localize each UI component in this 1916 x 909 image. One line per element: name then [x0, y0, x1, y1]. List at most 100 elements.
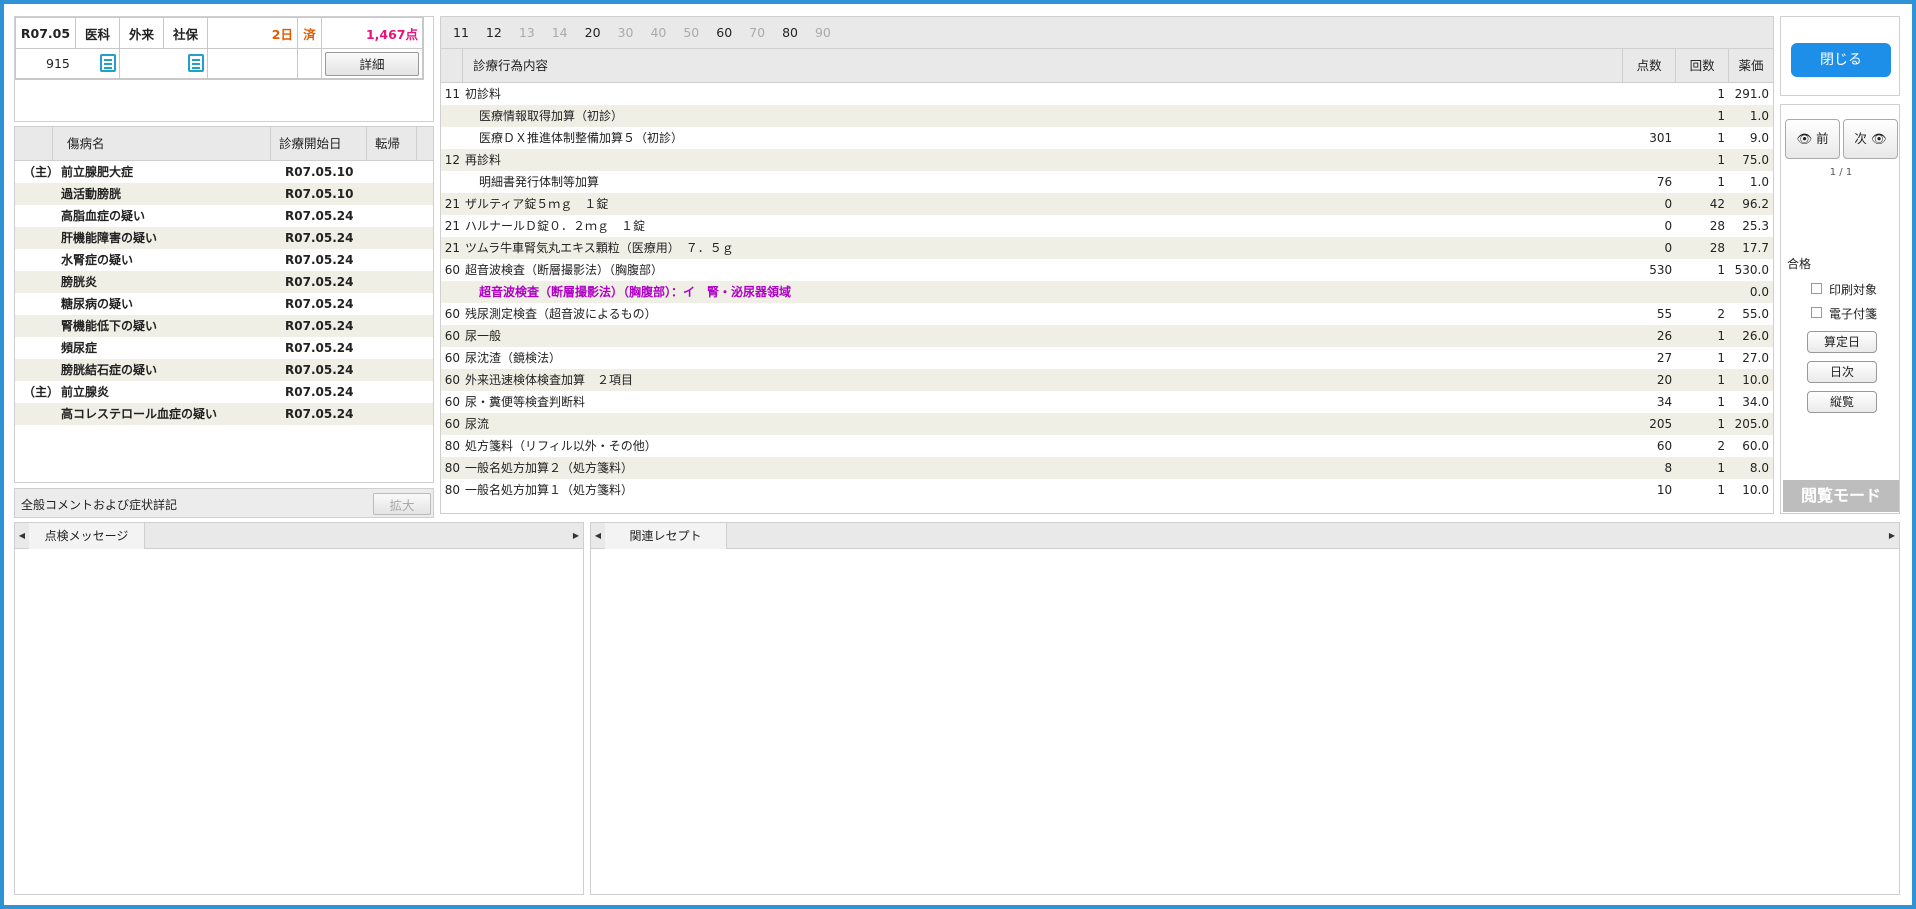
procedure-row[interactable]: 60 尿沈渣（鏡検法） 27 1 27.0 [441, 347, 1773, 369]
expand-button[interactable]: 拡大 [373, 493, 431, 515]
procedure-amount: 17.7 [1742, 241, 1769, 255]
detail-button[interactable]: 詳細 [325, 51, 419, 76]
tab-category-20[interactable]: 20 [585, 25, 601, 40]
procedure-count: 42 [1709, 197, 1726, 211]
procedure-amount: 9.0 [1749, 131, 1769, 145]
diagnosis-outcome [381, 315, 431, 337]
diagnosis-outcome [381, 161, 431, 183]
col-diagnosis-name[interactable]: 傷病名 [53, 127, 271, 160]
scroll-left-icon[interactable]: ◀ [591, 523, 605, 549]
diagnosis-name: 水腎症の疑い [61, 253, 134, 267]
procedure-name: 医療情報取得加算（初診） [478, 109, 623, 123]
procedure-points: 301 [1649, 131, 1673, 145]
main-marker [15, 271, 61, 293]
diagnosis-row[interactable]: 膀胱結石症の疑い R07.05.24 [15, 359, 433, 381]
scroll-left-icon[interactable]: ◀ [15, 523, 29, 549]
tab-related-receipts[interactable]: 関連レセプト [605, 523, 727, 549]
diagnosis-row[interactable]: 腎機能低下の疑い R07.05.24 [15, 315, 433, 337]
procedure-row[interactable]: 21 ハルナールＤ錠０．２ｍｇ １錠 0 28 25.3 [441, 215, 1773, 237]
procedure-row[interactable]: 80 一般名処方加算１（処方箋料） 10 1 10.0 [441, 479, 1773, 501]
procedure-name: 一般名処方加算２（処方箋料） [464, 461, 633, 475]
document-icon[interactable] [100, 54, 116, 72]
procedure-row[interactable]: 医療ＤＸ推進体制整備加算５（初診） 301 1 9.0 [441, 127, 1773, 149]
col-outcome[interactable]: 転帰 [367, 127, 417, 160]
diagnosis-row[interactable]: 膀胱炎 R07.05.24 [15, 271, 433, 293]
col-start-date[interactable]: 診療開始日 [271, 127, 367, 160]
procedure-row[interactable]: 60 外来迅速検体検査加算 ２項目 20 1 10.0 [441, 369, 1773, 391]
tab-category-11[interactable]: 11 [453, 25, 469, 40]
daily-button[interactable]: 日次 [1807, 361, 1877, 383]
procedure-count: 1 [1717, 109, 1726, 123]
procedure-row[interactable]: 超音波検査（断層撮影法）（胸腹部）：イ 腎・泌尿器領域 0.0 [441, 281, 1773, 303]
main-marker [15, 403, 61, 425]
diagnosis-outcome [381, 227, 431, 249]
col-count[interactable]: 回数 [1676, 49, 1730, 82]
close-button[interactable]: 閉じる [1791, 43, 1891, 77]
prev-button[interactable]: 👁 前 [1785, 119, 1840, 159]
next-button[interactable]: 次 👁 [1843, 119, 1898, 159]
view-mode-badge: 閲覧モード [1783, 480, 1899, 512]
procedure-row[interactable]: 明細書発行体制等加算 76 1 1.0 [441, 171, 1773, 193]
header-date: R07.05 [15, 17, 76, 49]
procedure-row[interactable]: 80 一般名処方加算２（処方箋料） 8 1 8.0 [441, 457, 1773, 479]
procedure-row[interactable]: 21 ザルティア錠５ｍｇ １錠 0 42 96.2 [441, 193, 1773, 215]
tab-category-13[interactable]: 13 [519, 25, 535, 40]
procedure-count: 1 [1717, 87, 1726, 101]
proc-col-blank [441, 49, 463, 82]
scroll-right-icon[interactable]: ▶ [1885, 523, 1899, 549]
tab-category-60[interactable]: 60 [716, 25, 732, 40]
diagnosis-row[interactable]: 頻尿症 R07.05.24 [15, 337, 433, 359]
diagnosis-row[interactable]: 過活動膀胱 R07.05.10 [15, 183, 433, 205]
col-procedure-content[interactable]: 診療行為内容 [463, 49, 1624, 82]
tab-check-messages[interactable]: 点検メッセージ [29, 523, 145, 549]
diagnosis-row[interactable]: 水腎症の疑い R07.05.24 [15, 249, 433, 271]
procedure-amount: 291.0 [1734, 87, 1769, 101]
diagnosis-row[interactable]: 高脂血症の疑い R07.05.24 [15, 205, 433, 227]
diagnosis-row[interactable]: 糖尿病の疑い R07.05.24 [15, 293, 433, 315]
col-amount[interactable]: 薬価 [1729, 49, 1773, 82]
diagnosis-row[interactable]: （主） 前立腺炎 R07.05.24 [15, 381, 433, 403]
diagnosis-row[interactable]: 肝機能障害の疑い R07.05.24 [15, 227, 433, 249]
tab-category-70[interactable]: 70 [749, 25, 765, 40]
procedure-row[interactable]: 60 尿一般 26 1 26.0 [441, 325, 1773, 347]
procedure-row[interactable]: 60 残尿測定検査（超音波によるもの） 55 2 55.0 [441, 303, 1773, 325]
procedure-count: 2 [1717, 439, 1726, 453]
procedure-row[interactable]: 21 ツムラ牛車腎気丸エキス顆粒（医療用） ７．５ｇ 0 28 17.7 [441, 237, 1773, 259]
diagnosis-date: R07.05.24 [285, 297, 354, 311]
review-status: 合格 [1787, 257, 1812, 271]
procedure-code [441, 105, 463, 127]
diagnosis-name: 膀胱炎 [61, 275, 98, 289]
diagnosis-row[interactable]: （主） 前立腺肥大症 R07.05.10 [15, 161, 433, 183]
scroll-right-icon[interactable]: ▶ [569, 523, 583, 549]
e-signature-checkbox[interactable] [1811, 307, 1822, 318]
col-points[interactable]: 点数 [1623, 49, 1677, 82]
diagnosis-name: 前立腺肥大症 [61, 165, 134, 179]
diagnosis-name: 高脂血症の疑い [61, 209, 146, 223]
diagnosis-row[interactable]: 高コレステロール血症の疑い R07.05.24 [15, 403, 433, 425]
document-icon[interactable] [188, 54, 204, 72]
tab-category-50[interactable]: 50 [683, 25, 699, 40]
procedure-points: 34 [1656, 395, 1673, 409]
procedure-row[interactable]: 60 尿流 205 1 205.0 [441, 413, 1773, 435]
tab-category-30[interactable]: 30 [618, 25, 634, 40]
procedure-count: 28 [1709, 241, 1726, 255]
procedure-count: 1 [1717, 329, 1726, 343]
procedure-code: 11 [444, 87, 460, 101]
procedure-row[interactable]: 60 超音波検査（断層撮影法）（胸腹部） 530 1 530.0 [441, 259, 1773, 281]
procedure-count: 1 [1717, 461, 1726, 475]
procedure-row[interactable]: 60 尿・糞便等検査判断料 34 1 34.0 [441, 391, 1773, 413]
diagnosis-name: 肝機能障害の疑い [61, 231, 158, 245]
tab-category-90[interactable]: 90 [815, 25, 831, 40]
category-tabs: 11 12 13 14 20 30 40 50 60 70 80 90 [441, 17, 1773, 49]
procedure-row[interactable]: 11 初診料 1 291.0 [441, 83, 1773, 105]
procedure-row[interactable]: 12 再診料 1 75.0 [441, 149, 1773, 171]
procedure-row[interactable]: 80 処方箋料（リフィル以外・その他） 60 2 60.0 [441, 435, 1773, 457]
tab-category-12[interactable]: 12 [486, 25, 502, 40]
print-target-checkbox[interactable] [1811, 283, 1822, 294]
tab-category-14[interactable]: 14 [552, 25, 568, 40]
tab-category-80[interactable]: 80 [782, 25, 798, 40]
vertical-view-button[interactable]: 縦覧 [1807, 391, 1877, 413]
calc-day-button[interactable]: 算定日 [1807, 331, 1877, 353]
procedure-row[interactable]: 医療情報取得加算（初診） 1 1.0 [441, 105, 1773, 127]
tab-category-40[interactable]: 40 [650, 25, 666, 40]
